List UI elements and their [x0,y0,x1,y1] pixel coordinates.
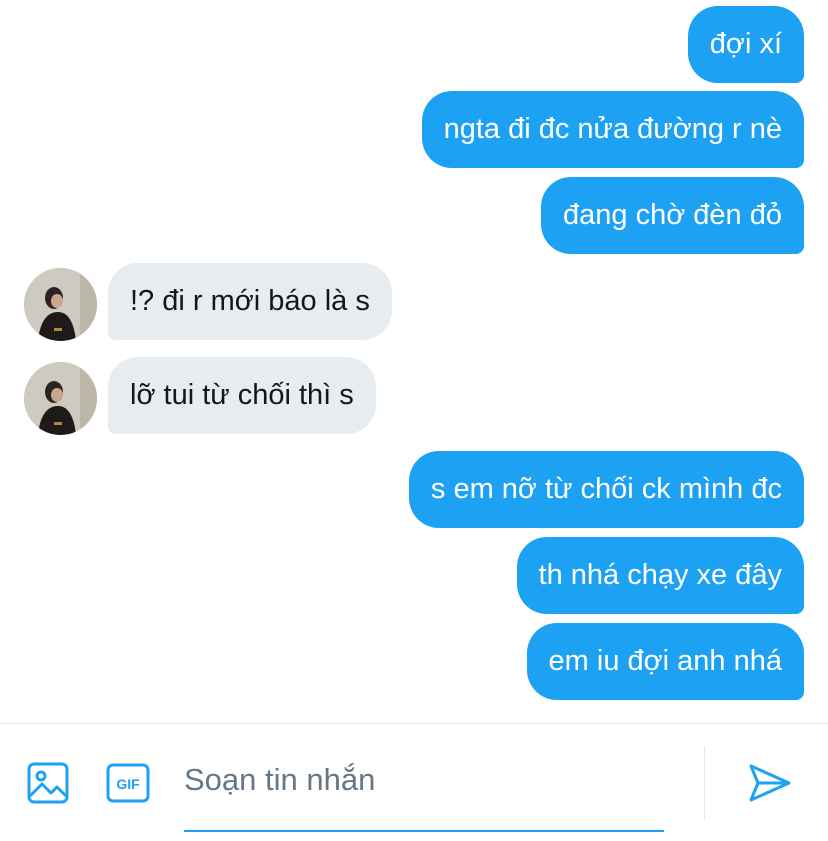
message-text: ngta đi đc nửa đường r nè [443,113,782,145]
message-input[interactable] [184,752,664,808]
message-text: đợi xí [709,28,782,60]
conversation-thread: đợi xí ngta đi đc nửa đường r nè đang ch… [0,0,828,723]
message-text: đang chờ đèn đỏ [563,199,782,231]
message-bubble-incoming[interactable]: !? đi r mới báo là s [108,263,392,340]
message-composer: GIF [0,723,828,841]
message-text: em iu đợi anh nhá [548,645,782,677]
gif-icon: GIF [106,763,150,803]
avatar-photo [24,268,97,341]
gif-button[interactable]: GIF [106,761,150,805]
gif-label: GIF [116,776,140,792]
message-bubble-outgoing[interactable]: ngta đi đc nửa đường r nè [421,91,804,168]
avatar-photo [24,362,97,435]
message-text: s em nỡ từ chối ck mình đc [430,473,782,505]
composer-divider [704,746,705,820]
image-button[interactable] [26,761,70,805]
message-bubble-outgoing[interactable]: đợi xí [687,6,804,83]
message-text: lỡ tui từ chối thì s [130,379,354,411]
send-icon [749,764,791,802]
message-bubble-outgoing[interactable]: th nhá chạy xe đây [516,537,804,614]
message-text: th nhá chạy xe đây [538,559,782,591]
image-icon [27,762,69,804]
message-text: !? đi r mới báo là s [130,285,370,317]
message-bubble-outgoing[interactable]: đang chờ đèn đỏ [541,177,804,254]
message-bubble-outgoing[interactable]: em iu đợi anh nhá [526,623,804,700]
message-bubble-outgoing[interactable]: s em nỡ từ chối ck mình đc [408,451,804,528]
avatar[interactable] [24,362,97,435]
avatar[interactable] [24,268,97,341]
message-input-wrapper [184,752,664,832]
message-bubble-incoming[interactable]: lỡ tui từ chối thì s [108,357,376,434]
send-button[interactable] [748,761,792,805]
